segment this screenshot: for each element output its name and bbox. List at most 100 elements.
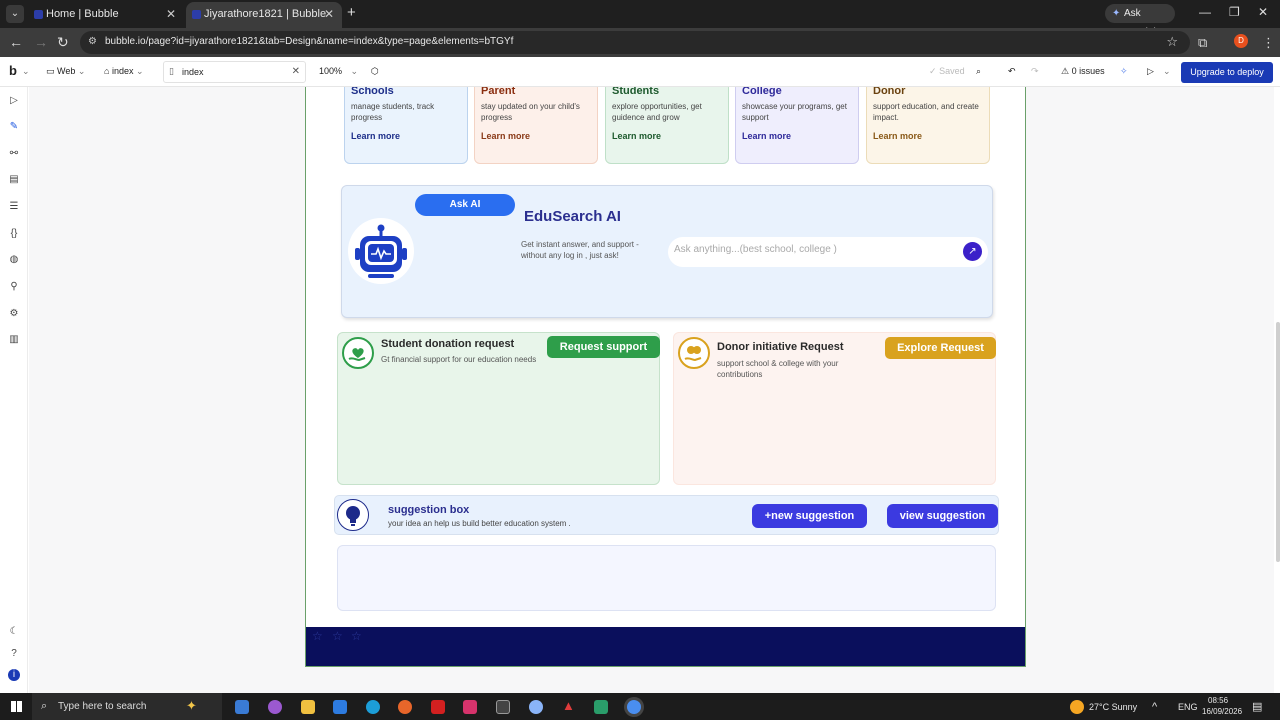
bookmark-star-icon[interactable]: ☆ bbox=[1166, 34, 1178, 50]
clock-date[interactable]: 16/09/2026 bbox=[1202, 707, 1242, 716]
element-search-input[interactable]: ▯ index ✕ bbox=[163, 61, 306, 83]
app-icon[interactable] bbox=[235, 700, 249, 714]
plugin-icon[interactable]: ⚲ bbox=[8, 281, 20, 293]
table-icon[interactable]: ▤ bbox=[8, 174, 20, 186]
close-tab-icon[interactable]: ✕ bbox=[166, 2, 176, 26]
ai-search-box: ↗ bbox=[668, 237, 988, 267]
learn-more-link[interactable]: Learn more bbox=[351, 131, 400, 141]
explore-request-button[interactable]: Explore Request bbox=[885, 337, 996, 359]
app-icon[interactable] bbox=[496, 700, 510, 714]
new-suggestion-button[interactable]: +new suggestion bbox=[752, 504, 867, 528]
close-icon[interactable]: ✕ bbox=[292, 66, 300, 77]
card-schools[interactable]: Schools manage students, track progress … bbox=[344, 87, 468, 164]
clock-time[interactable]: 08:56 bbox=[1208, 696, 1228, 705]
card-college[interactable]: College showcase your programs, get supp… bbox=[735, 87, 859, 164]
learn-more-link[interactable]: Learn more bbox=[481, 131, 530, 141]
site-info-icon[interactable]: ⚙ bbox=[88, 36, 100, 48]
workflow-icon[interactable]: ⚯ bbox=[8, 148, 20, 160]
upgrade-to-deploy-button[interactable]: Upgrade to deploy bbox=[1181, 62, 1273, 83]
windows-start-icon[interactable] bbox=[11, 701, 22, 712]
copilot-icon[interactable] bbox=[268, 700, 282, 714]
donor-hand-icon bbox=[678, 337, 710, 369]
tray-chevron-icon[interactable]: ^ bbox=[1152, 701, 1157, 713]
browser-menu-icon[interactable]: ⋮ bbox=[1262, 35, 1275, 51]
database-icon[interactable]: ☰ bbox=[8, 201, 20, 213]
notification-icon[interactable]: ▤ bbox=[1252, 700, 1262, 713]
issues-button[interactable]: ⚠ 0 issues bbox=[1061, 66, 1105, 77]
firefox-icon[interactable] bbox=[398, 700, 412, 714]
globe-icon[interactable]: ◍ bbox=[8, 254, 20, 266]
undo-icon[interactable]: ↶ bbox=[1008, 66, 1016, 77]
canvas-scrollbar[interactable] bbox=[1276, 322, 1280, 562]
extensions-icon[interactable]: ⧉ bbox=[1198, 35, 1207, 51]
close-window-icon[interactable]: ✕ bbox=[1258, 5, 1268, 19]
bubble-favicon-icon bbox=[192, 10, 201, 19]
instagram-icon[interactable] bbox=[463, 700, 477, 714]
learn-more-link[interactable]: Learn more bbox=[873, 131, 922, 141]
page-select[interactable]: ⌂ index ⌄ bbox=[104, 66, 144, 77]
chevron-down-icon[interactable]: ⌄ bbox=[1163, 66, 1171, 77]
acrobat-icon[interactable] bbox=[431, 700, 445, 714]
restore-icon[interactable]: ❐ bbox=[1229, 5, 1240, 19]
card-students[interactable]: Students explore opportunities, get guid… bbox=[605, 87, 729, 164]
element-search-value: index bbox=[182, 67, 204, 77]
logs-chart-icon[interactable]: ▥ bbox=[8, 334, 20, 346]
tab-bubble-editor[interactable]: Jiyarathore1821 | Bubble Editor ✕ bbox=[186, 2, 342, 44]
arrow-up-right-icon[interactable]: ↗ bbox=[963, 242, 982, 261]
play-icon[interactable]: ▷ bbox=[8, 95, 20, 107]
tab-title: Home | Bubble bbox=[46, 8, 119, 20]
request-support-button[interactable]: Request support bbox=[547, 336, 660, 358]
language-indicator[interactable]: ENG bbox=[1178, 702, 1198, 712]
editor-header: b ⌄ ▭ Web ⌄ ⌂ index ⌄ ▯ index ✕ 100% ⌄ ⬡… bbox=[0, 57, 1280, 87]
redo-icon[interactable]: ↷ bbox=[1031, 66, 1039, 77]
close-tab-icon[interactable]: ✕ bbox=[324, 2, 334, 26]
weather-text[interactable]: 27°C Sunny bbox=[1089, 702, 1137, 712]
file-explorer-icon[interactable] bbox=[301, 700, 315, 714]
design-pencil-icon[interactable]: ✎ bbox=[8, 121, 20, 133]
help-icon[interactable]: ? bbox=[8, 648, 20, 660]
back-icon[interactable]: ← bbox=[9, 34, 23, 50]
forward-icon[interactable]: → bbox=[34, 34, 48, 50]
search-icon[interactable]: ⌕ bbox=[976, 66, 981, 77]
zoom-select[interactable]: 100% ⌄ bbox=[319, 66, 358, 77]
card-donor[interactable]: Donor support education, and create impa… bbox=[866, 87, 990, 164]
chevron-down-icon[interactable]: ⌄ bbox=[22, 66, 30, 77]
learn-more-link[interactable]: Learn more bbox=[612, 131, 661, 141]
weather-sun-icon bbox=[1070, 700, 1084, 714]
cube-icon[interactable]: ⬡ bbox=[371, 66, 379, 77]
tab-search-menu[interactable]: ⌄ bbox=[6, 5, 24, 23]
card-desc: manage students, track progress bbox=[351, 102, 435, 122]
warning-icon: ⚠ bbox=[1061, 66, 1070, 76]
info-icon[interactable]: i bbox=[8, 669, 20, 681]
card-parent[interactable]: Parent stay updated on your child's prog… bbox=[474, 87, 598, 164]
platform-select[interactable]: ▭ Web ⌄ bbox=[46, 66, 85, 77]
profile-avatar[interactable]: D bbox=[1234, 34, 1248, 48]
ai-search-input[interactable] bbox=[674, 244, 954, 255]
view-suggestion-button[interactable]: view suggestion bbox=[887, 504, 998, 528]
settings-icon[interactable]: ⚙ bbox=[8, 308, 20, 320]
minimize-icon[interactable]: — bbox=[1199, 5, 1211, 19]
store-icon[interactable] bbox=[333, 700, 347, 714]
ask-gemini-button[interactable]: ✦ Ask Gemini bbox=[1105, 4, 1175, 38]
ask-ai-button[interactable]: Ask AI bbox=[415, 194, 515, 216]
sparkle-icon[interactable]: ✦ bbox=[186, 698, 200, 713]
tab-home-bubble[interactable]: Home | Bubble ✕ bbox=[28, 2, 184, 28]
dark-mode-icon[interactable]: ☾ bbox=[8, 626, 20, 638]
app-icon[interactable]: ▲ bbox=[562, 698, 576, 713]
learn-more-link[interactable]: Learn more bbox=[742, 131, 791, 141]
reload-icon[interactable]: ↻ bbox=[57, 34, 69, 51]
chrome-icon[interactable] bbox=[627, 700, 641, 714]
student-donation-desc: Gt financial support for our education n… bbox=[381, 355, 537, 364]
heart-hand-icon bbox=[342, 337, 374, 369]
bubble-logo[interactable]: b bbox=[9, 63, 17, 78]
braces-icon[interactable]: {} bbox=[8, 228, 20, 240]
edge-icon[interactable] bbox=[366, 700, 380, 714]
app-icon[interactable] bbox=[529, 700, 543, 714]
card-title: Students bbox=[612, 87, 660, 97]
layers-toggle-icon[interactable]: ✧ bbox=[1120, 66, 1128, 77]
app-icon[interactable] bbox=[594, 700, 608, 714]
preview-play-icon[interactable]: ▷ bbox=[1147, 66, 1154, 77]
suggestion-list bbox=[337, 545, 996, 611]
new-tab-icon[interactable]: + bbox=[347, 4, 356, 21]
address-bar[interactable]: ⚙ bubble.io/page?id=jiyarathore1821&tab=… bbox=[80, 31, 1190, 54]
